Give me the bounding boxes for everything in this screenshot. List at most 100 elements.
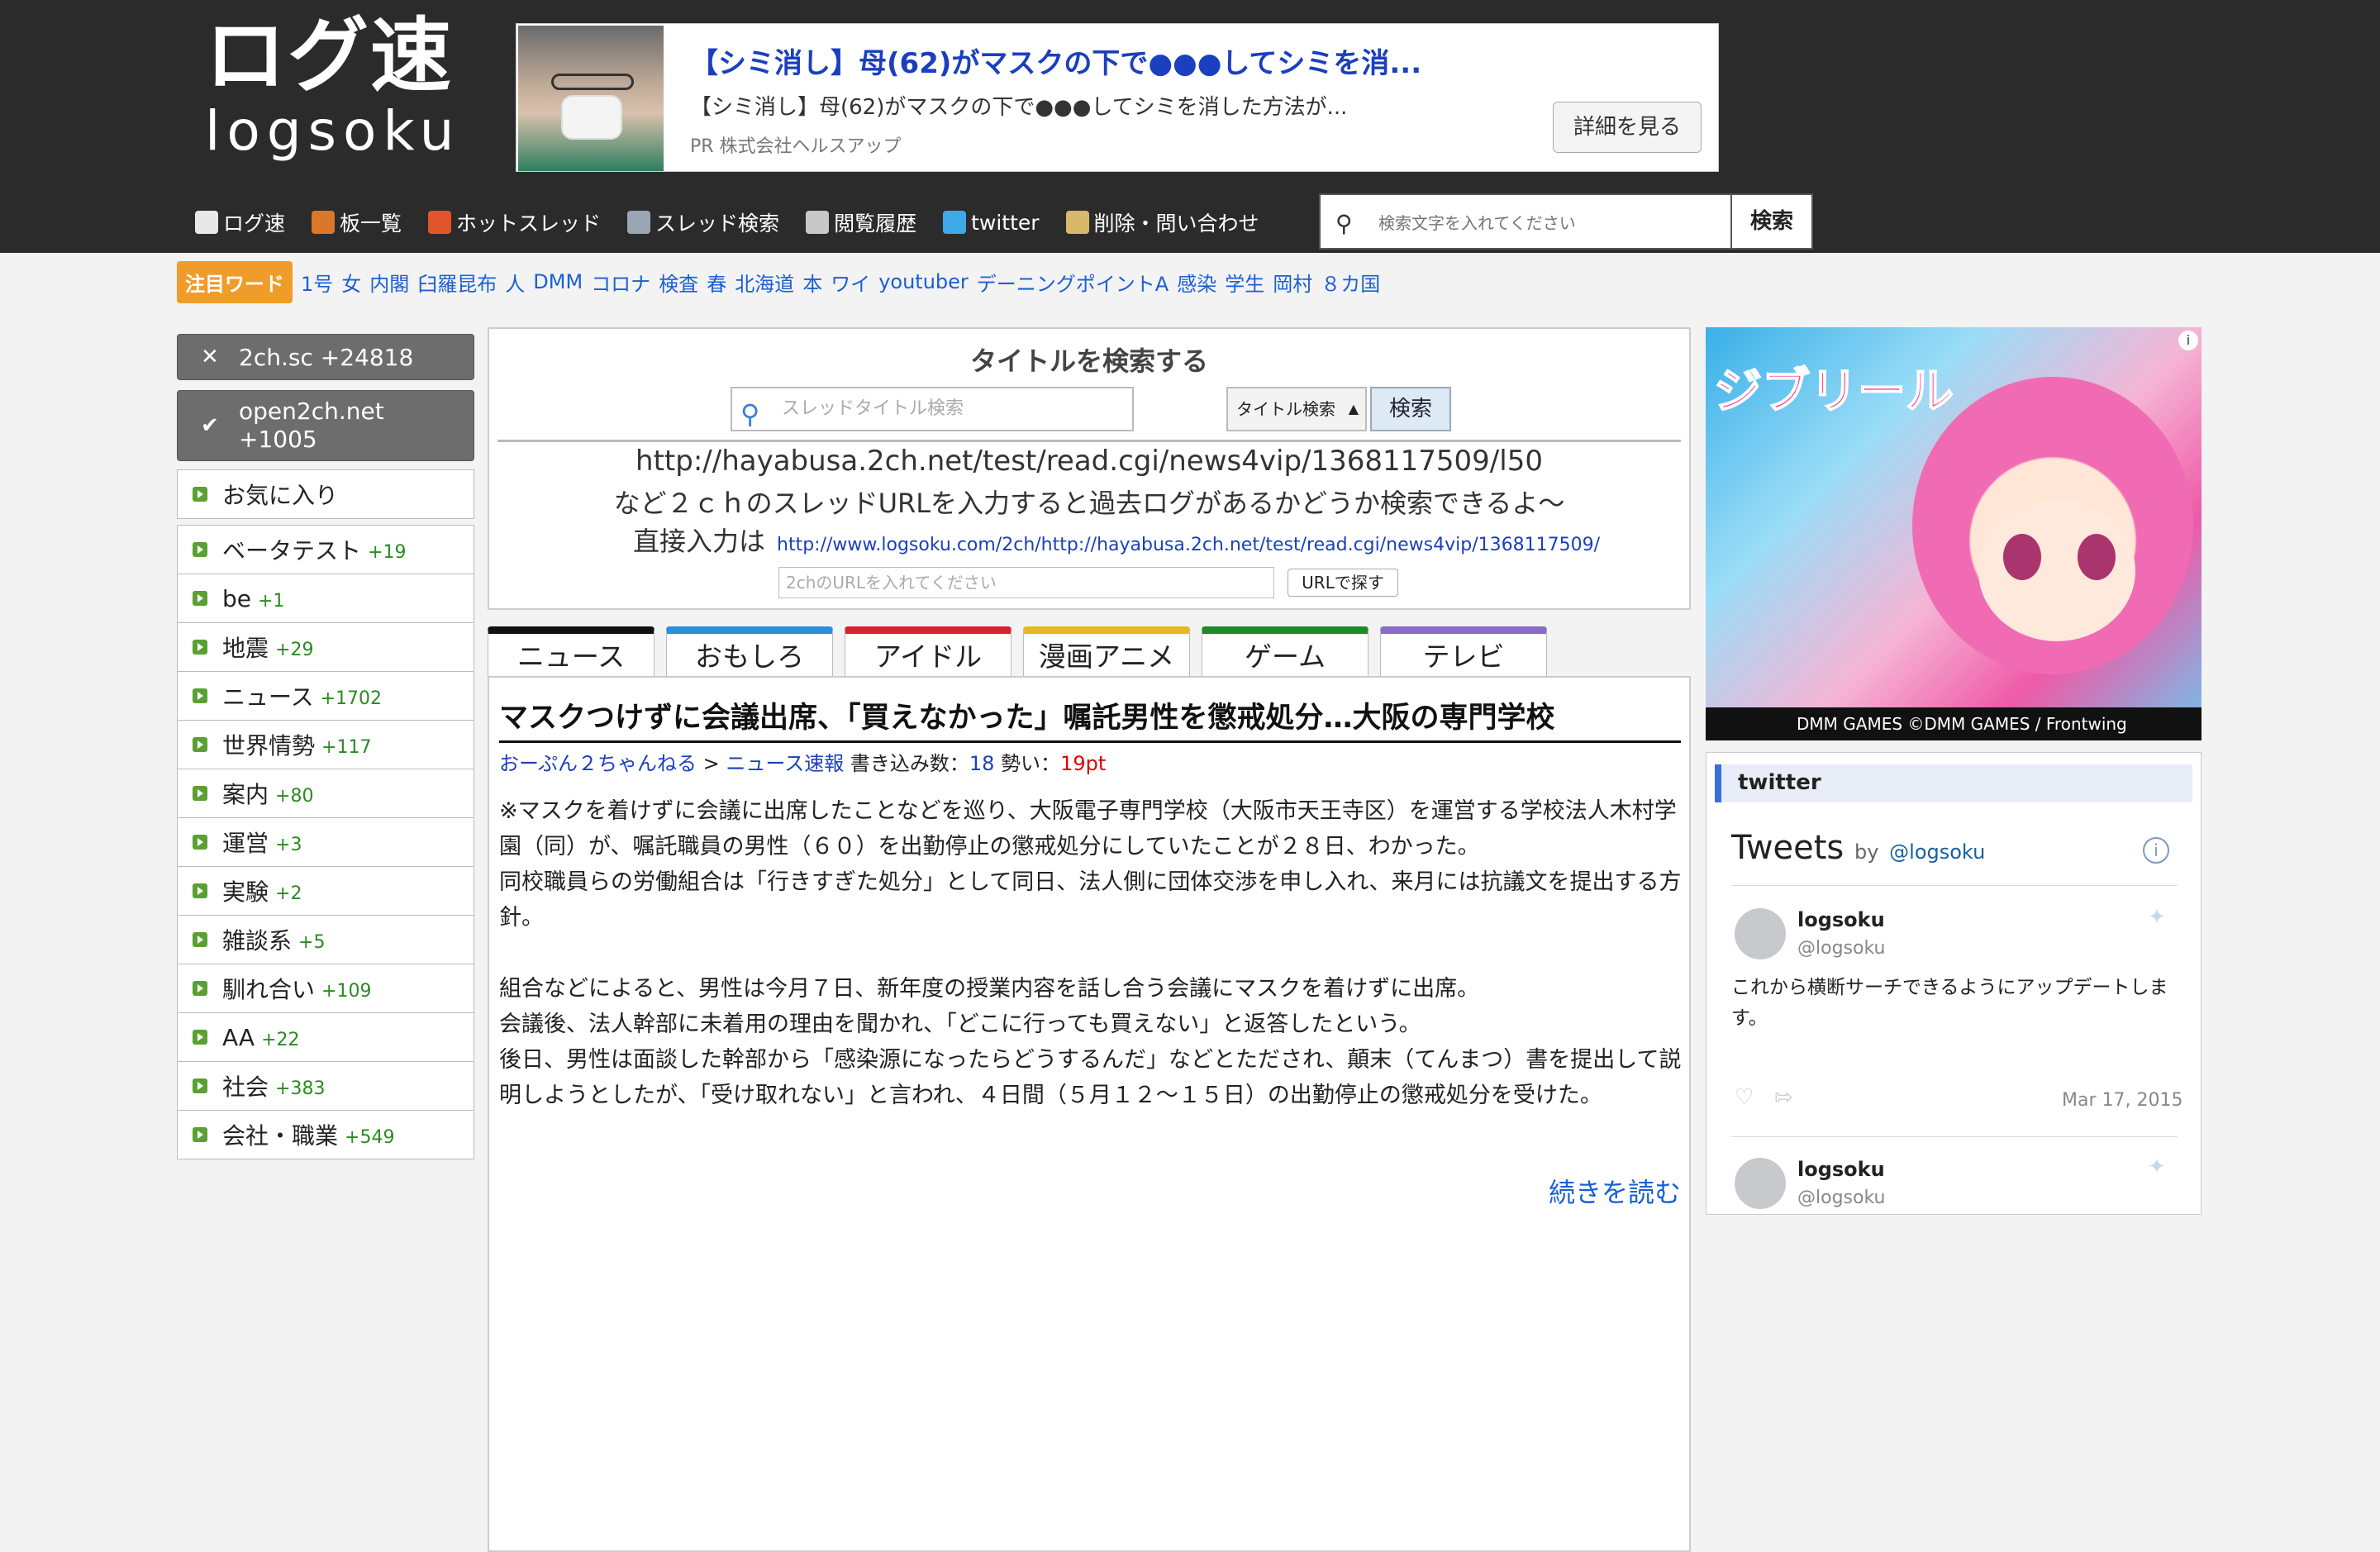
tab-game[interactable]: ゲーム: [1202, 626, 1368, 678]
direct-input-line: 直接入力は http://www.logsoku.com/2ch/http://h…: [633, 521, 1600, 559]
sidebar-board[interactable]: AA +22: [177, 1012, 474, 1062]
sidebar-board[interactable]: 会社・職業 +549: [177, 1110, 474, 1159]
nav-label: twitter: [971, 210, 1040, 235]
trending-word[interactable]: 検査: [659, 268, 698, 297]
tweet-author-handle[interactable]: @logsoku: [1797, 1188, 1885, 1208]
trending-word[interactable]: ８カ国: [1321, 268, 1380, 297]
avatar[interactable]: [1735, 1158, 1786, 1209]
trending-word[interactable]: 本: [802, 268, 822, 297]
trending-word[interactable]: 臼羅昆布: [417, 268, 497, 297]
share-icon[interactable]: ⇰: [1774, 1085, 1792, 1110]
article-paragraph: 組合などによると、男性は今月７日、新年度の授業内容を話し合う会議にマスクを着けず…: [499, 976, 1480, 1002]
trending-word[interactable]: 北海道: [735, 268, 794, 297]
tab-funny[interactable]: おもしろ: [666, 626, 833, 678]
ad-info-icon[interactable]: i: [2178, 331, 2198, 350]
tweet-author-handle[interactable]: @logsoku: [1797, 938, 1885, 959]
article-source-link[interactable]: おーぷん２ちゃんねる: [499, 752, 697, 775]
twitter-bird-icon[interactable]: ✦: [2148, 1154, 2166, 1179]
nav-label: ログ速: [223, 212, 286, 236]
sidebar-board[interactable]: 雑談系 +5: [177, 915, 474, 964]
server-open2ch[interactable]: ✔ open2ch.net +1005: [177, 390, 474, 461]
tweets-handle-link[interactable]: @logsoku: [1889, 840, 1985, 864]
ad-details-button[interactable]: 詳細を見る: [1553, 102, 1702, 153]
info-icon[interactable]: i: [2143, 837, 2169, 864]
search-type-select[interactable]: タイトル検索 ▲: [1226, 387, 1367, 431]
trending-word[interactable]: 春: [707, 268, 726, 297]
avatar[interactable]: [1735, 908, 1786, 959]
nav-label: スレッド検索: [655, 212, 780, 236]
board-count: +3: [275, 834, 302, 855]
tab-news[interactable]: ニュース: [488, 626, 654, 678]
momentum-label: 勢い：: [1001, 752, 1061, 775]
trending-word[interactable]: コロナ: [591, 268, 650, 297]
server-2ch-sc[interactable]: ✕ 2ch.sc +24818: [177, 334, 474, 380]
article-title[interactable]: マスクつけずに会議出席、「買えなかった」嘱託男性を懲戒処分…大阪の専門学校: [499, 694, 1555, 736]
title-search-button[interactable]: 検索: [1370, 387, 1451, 431]
select-value: タイトル検索: [1236, 399, 1335, 419]
ad-title[interactable]: 【シミ消し】母(62)がマスクの下で●●●してシミを消...: [690, 40, 1421, 81]
arrow-icon: [193, 835, 207, 850]
header-ad-banner[interactable]: 【シミ消し】母(62)がマスクの下で●●●してシミを消... 【シミ消し】母(6…: [516, 23, 1719, 172]
header-search-input[interactable]: [1378, 207, 1726, 240]
search-panel-title: タイトルを検索する: [969, 345, 1208, 377]
trending-word[interactable]: 岡村: [1273, 268, 1312, 297]
ad-thumbnail[interactable]: [518, 26, 664, 171]
sidebar-board[interactable]: 案内 +80: [177, 769, 474, 818]
url-search-button[interactable]: URLで探す: [1288, 569, 1398, 597]
nav-twitter[interactable]: twitter: [943, 210, 1040, 235]
trending-word[interactable]: 感染: [1177, 268, 1216, 297]
twitter-bird-icon[interactable]: ✦: [2148, 905, 2166, 930]
tab-tv[interactable]: テレビ: [1380, 626, 1547, 678]
nav-hot-threads[interactable]: ホットスレッド: [428, 207, 601, 237]
trending-word[interactable]: 女: [341, 268, 361, 297]
sidebar-favorites[interactable]: お気に入り: [177, 469, 474, 519]
breadcrumb-sep: >: [697, 752, 726, 775]
trending-word[interactable]: DMM: [533, 270, 583, 293]
read-more-link[interactable]: 続きを読む: [1549, 1172, 1681, 1210]
trending-word[interactable]: ワイ: [831, 268, 870, 297]
trending-word[interactable]: 人: [505, 268, 525, 297]
trending-word[interactable]: デーニングポイントA: [977, 268, 1169, 297]
search-icon: ⚲: [1335, 210, 1353, 237]
trending-word[interactable]: 内閣: [369, 268, 409, 297]
article-paragraph: 後日、男性は面談した幹部から「感染源になったらどうするんだ」などとただされ、顛末…: [499, 1047, 1682, 1108]
example-url: http://hayabusa.2ch.net/test/read.cgi/ne…: [635, 445, 1543, 478]
close-icon: ✕: [201, 345, 219, 369]
site-logo[interactable]: ログ速 logsoku: [205, 15, 486, 164]
tab-anime[interactable]: 漫画アニメ: [1023, 626, 1190, 678]
sidebar-board[interactable]: 地震 +29: [177, 622, 474, 672]
article-board-link[interactable]: ニュース速報: [726, 752, 844, 775]
sidebar-board[interactable]: ニュース +1702: [177, 671, 474, 721]
tweet-author-name[interactable]: logsoku: [1797, 908, 1885, 931]
tweet-actions: ♡ ⇰: [1735, 1085, 1792, 1110]
nav-thread-search[interactable]: スレッド検索: [627, 207, 779, 237]
tab-idol[interactable]: アイドル: [845, 626, 1011, 678]
tweet-date[interactable]: Mar 17, 2015: [2062, 1090, 2182, 1111]
article-paragraph: ※マスクを着けずに会議に出席したことなどを巡り、大阪電子専門学校（大阪市天王寺区…: [499, 798, 1677, 859]
search-icon: ⚲: [740, 398, 760, 430]
nav-home[interactable]: ログ速: [195, 207, 285, 237]
nav-history[interactable]: 閲覧履歴: [806, 207, 916, 237]
tweet-author-name[interactable]: logsoku: [1797, 1158, 1885, 1181]
sidebar-board[interactable]: 世界情勢 +117: [177, 720, 474, 769]
direct-input-url[interactable]: http://www.logsoku.com/2ch/http://hayabu…: [777, 535, 1600, 555]
sidebar-game-ad[interactable]: ジブリール i DMM GAMES ©DMM GAMES / Frontwing: [1706, 327, 2202, 740]
trending-word[interactable]: youtuber: [878, 270, 969, 293]
nav-contact[interactable]: 削除・問い合わせ: [1065, 207, 1259, 237]
sidebar-board[interactable]: 馴れ合い +109: [177, 964, 474, 1013]
sidebar-board[interactable]: 運営 +3: [177, 817, 474, 867]
trending-word[interactable]: 学生: [1225, 268, 1264, 297]
like-icon[interactable]: ♡: [1735, 1085, 1754, 1110]
nav-boards[interactable]: 板一覧: [312, 207, 402, 237]
sidebar-board[interactable]: be +1: [177, 574, 474, 623]
board-name: 会社・職業: [222, 1122, 339, 1150]
sidebar-item-label: お気に入り: [222, 482, 339, 509]
sidebar-board[interactable]: 実験 +2: [177, 866, 474, 916]
trending-word[interactable]: 1号: [301, 268, 333, 297]
thread-title-search-input[interactable]: ⚲ スレッドタイトル検索: [731, 387, 1134, 431]
header-search-button[interactable]: 検索: [1732, 193, 1813, 250]
article-body: ※マスクを着けずに会議に出席したことなどを巡り、大阪電子専門学校（大阪市天王寺区…: [499, 793, 1683, 1113]
sidebar-board[interactable]: ベータテスト +19: [177, 525, 474, 574]
sidebar-board[interactable]: 社会 +383: [177, 1061, 474, 1111]
url-input[interactable]: 2chのURLを入れてください: [778, 567, 1274, 598]
